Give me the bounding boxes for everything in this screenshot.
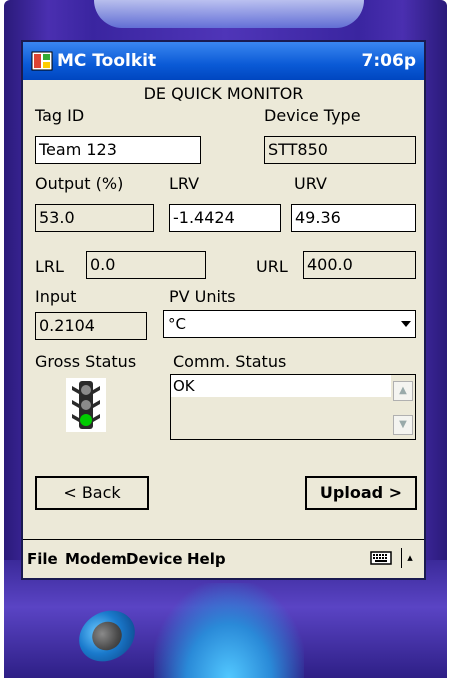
url-label: URL	[256, 257, 288, 276]
page-title: DE QUICK MONITOR	[143, 84, 304, 103]
urv-label: URV	[294, 174, 327, 193]
pv-units-label: PV Units	[169, 287, 236, 306]
tag-id-field[interactable]: Team 123	[35, 136, 201, 164]
pda-screen: MC Toolkit 7:06p DE QUICK MONITOR Tag ID…	[21, 40, 426, 580]
menu-file[interactable]: File	[27, 550, 58, 568]
pv-units-select[interactable]: °C	[163, 310, 416, 338]
title-bar: MC Toolkit 7:06p	[23, 42, 424, 80]
keyboard-icon[interactable]	[370, 550, 392, 566]
menu-help[interactable]: Help	[187, 550, 226, 568]
lrl-field: 0.0	[86, 251, 206, 279]
comm-status-label: Comm. Status	[173, 352, 287, 371]
input-field: 0.2104	[35, 312, 147, 340]
scroll-down-icon[interactable]: ▼	[393, 415, 413, 435]
tag-id-label: Tag ID	[35, 106, 85, 125]
url-field: 400.0	[303, 251, 416, 279]
sip-up-arrow-icon[interactable]: ▴	[401, 548, 418, 568]
upload-button[interactable]: Upload >	[305, 476, 417, 510]
pv-units-value: °C	[168, 315, 186, 333]
traffic-light-green-icon	[66, 378, 106, 432]
menu-modem[interactable]: Modem	[65, 550, 127, 568]
clock[interactable]: 7:06p	[362, 51, 416, 71]
device-top-highlight	[94, 0, 364, 28]
comm-status-value: OK	[171, 375, 391, 397]
menu-device[interactable]: Device	[126, 550, 183, 568]
output-field: 53.0	[35, 204, 154, 232]
back-button[interactable]: < Back	[35, 476, 149, 510]
app-title: MC Toolkit	[57, 51, 157, 71]
urv-field[interactable]: 49.36	[291, 204, 416, 232]
gross-status-label: Gross Status	[35, 352, 137, 371]
device-type-field: STT850	[264, 136, 416, 164]
device-type-label: Device Type	[264, 106, 361, 125]
menu-bar: File Modem Device Help ▴	[23, 539, 424, 578]
device-bottom-glow	[154, 583, 304, 678]
output-label: Output (%)	[35, 174, 124, 193]
lrv-field[interactable]: -1.4424	[169, 204, 281, 232]
comm-status-box: OK ▲ ▼	[170, 374, 416, 440]
input-label: Input	[35, 287, 77, 306]
chevron-down-icon[interactable]	[401, 321, 411, 327]
scroll-up-icon[interactable]: ▲	[393, 381, 413, 401]
lrl-label: LRL	[35, 257, 64, 276]
lrv-label: LRV	[169, 174, 200, 193]
app-logo-icon[interactable]	[31, 50, 53, 72]
